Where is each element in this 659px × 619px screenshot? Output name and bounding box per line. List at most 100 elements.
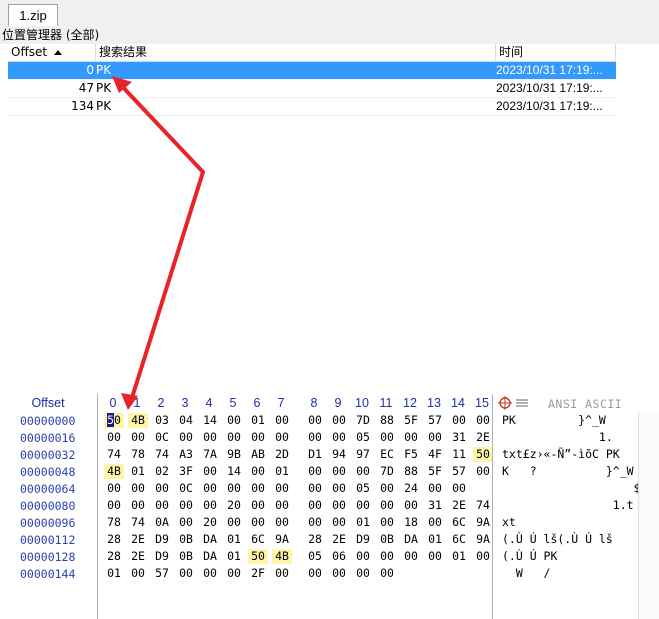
hex-byte[interactable]: 9B [224, 447, 244, 462]
hex-byte[interactable]: 0A [152, 515, 172, 530]
hex-byte[interactable]: 00 [377, 566, 397, 581]
hex-byte[interactable]: 00 [329, 498, 349, 513]
hex-byte[interactable]: 7D [377, 464, 397, 479]
hex-byte[interactable]: 00 [329, 413, 349, 428]
hex-byte[interactable]: 6C [449, 532, 469, 547]
hex-byte[interactable]: 31 [425, 498, 445, 513]
hex-byte[interactable]: 01 [272, 464, 292, 479]
hex-byte[interactable]: 05 [305, 549, 325, 564]
hex-byte[interactable]: 00 [224, 515, 244, 530]
hex-byte[interactable]: 6C [449, 515, 469, 530]
hex-byte[interactable]: 00 [176, 566, 196, 581]
hex-byte[interactable]: 2E [128, 549, 148, 564]
hex-byte[interactable]: 00 [272, 498, 292, 513]
hex-byte[interactable]: 28 [104, 532, 124, 547]
hex-byte[interactable]: 00 [329, 430, 349, 445]
hex-byte[interactable]: 00 [200, 566, 220, 581]
hex-byte[interactable]: 01 [128, 464, 148, 479]
hex-byte[interactable]: 4B [104, 464, 124, 479]
hex-byte[interactable]: 0C [176, 481, 196, 496]
hex-byte[interactable]: 02 [152, 464, 172, 479]
hex-byte[interactable]: 00 [200, 430, 220, 445]
hex-byte[interactable]: A3 [176, 447, 196, 462]
hex-byte[interactable]: 03 [152, 413, 172, 428]
hex-byte[interactable]: 2D [272, 447, 292, 462]
hex-byte[interactable]: 20 [200, 515, 220, 530]
crosshair-icon[interactable] [498, 396, 512, 410]
hex-byte[interactable]: 9A [473, 515, 493, 530]
hex-byte[interactable]: 6C [248, 532, 268, 547]
hex-byte[interactable]: 4B [128, 413, 148, 428]
hex-byte[interactable]: 00 [128, 498, 148, 513]
hex-byte[interactable]: 9A [272, 532, 292, 547]
hex-byte[interactable]: 00 [305, 481, 325, 496]
column-header-offset[interactable]: Offset [8, 44, 96, 61]
hex-byte[interactable]: 00 [377, 481, 397, 496]
hex-byte[interactable]: 00 [329, 515, 349, 530]
hex-byte[interactable]: 0B [176, 532, 196, 547]
hex-byte[interactable]: 57 [425, 413, 445, 428]
hex-byte[interactable]: 00 [305, 498, 325, 513]
hex-byte[interactable]: 00 [272, 566, 292, 581]
hex-byte[interactable]: 00 [473, 464, 493, 479]
hex-byte[interactable]: 50 [473, 447, 493, 462]
hex-byte[interactable]: 00 [305, 430, 325, 445]
hex-byte[interactable]: 00 [224, 413, 244, 428]
hex-byte[interactable]: 74 [152, 447, 172, 462]
hex-byte[interactable]: 5F [401, 413, 421, 428]
hex-byte[interactable]: 28 [305, 532, 325, 547]
hex-byte[interactable]: 00 [200, 464, 220, 479]
hex-byte[interactable]: D1 [305, 447, 325, 462]
hex-byte[interactable]: 2F [248, 566, 268, 581]
hex-byte[interactable]: 00 [353, 566, 373, 581]
hex-byte[interactable]: 00 [377, 549, 397, 564]
hex-byte[interactable]: 00 [473, 413, 493, 428]
hex-byte[interactable]: 01 [104, 566, 124, 581]
ascii-line[interactable]: txt£z›«-Ñ”-ìõC PK [502, 447, 620, 462]
hex-byte[interactable]: 05 [353, 430, 373, 445]
hex-byte[interactable]: DA [200, 532, 220, 547]
hex-byte[interactable]: 24 [401, 481, 421, 496]
ascii-line[interactable]: $ [502, 481, 641, 496]
hex-byte[interactable]: 00 [473, 549, 493, 564]
hex-byte[interactable]: 50 [248, 549, 268, 564]
hex-byte[interactable]: 00 [425, 481, 445, 496]
hex-byte[interactable]: 2E [473, 430, 493, 445]
vertical-scrollbar[interactable] [638, 412, 659, 619]
hex-byte[interactable]: 00 [425, 549, 445, 564]
ascii-line[interactable]: xt lš [502, 515, 654, 530]
hex-byte[interactable]: 88 [401, 464, 421, 479]
hex-byte[interactable]: 74 [104, 447, 124, 462]
hex-byte[interactable]: 05 [353, 481, 373, 496]
hex-byte[interactable]: 00 [176, 430, 196, 445]
hex-byte[interactable]: 14 [200, 413, 220, 428]
hex-byte[interactable]: 31 [449, 430, 469, 445]
hex-byte[interactable]: 00 [353, 498, 373, 513]
hex-byte[interactable]: 50 [104, 413, 124, 428]
hex-byte[interactable]: 00 [401, 430, 421, 445]
hex-byte[interactable]: 00 [353, 464, 373, 479]
hex-byte[interactable]: 00 [248, 464, 268, 479]
hex-byte[interactable]: 2E [329, 532, 349, 547]
hex-byte[interactable]: 06 [329, 549, 349, 564]
hex-byte[interactable]: 00 [272, 413, 292, 428]
hex-byte[interactable]: DA [200, 549, 220, 564]
hex-byte[interactable]: 14 [224, 464, 244, 479]
hex-byte[interactable]: 00 [176, 498, 196, 513]
hex-byte[interactable]: 00 [176, 515, 196, 530]
hex-byte[interactable]: 00 [377, 430, 397, 445]
column-header-result[interactable]: 搜索结果 [96, 44, 496, 61]
hex-byte[interactable]: 28 [104, 549, 124, 564]
hex-byte[interactable]: 01 [224, 532, 244, 547]
hex-byte[interactable]: 2E [128, 532, 148, 547]
hex-byte[interactable]: D9 [152, 549, 172, 564]
list-item[interactable]: 47 PK 2023/10/31 17:19:... [8, 80, 616, 98]
list-item[interactable]: 134 PK 2023/10/31 17:19:... [8, 98, 616, 116]
hex-byte[interactable]: 00 [425, 515, 445, 530]
hex-byte[interactable]: 57 [152, 566, 172, 581]
hex-byte[interactable]: 74 [473, 498, 493, 513]
hex-byte[interactable]: F5 [401, 447, 421, 462]
ascii-line[interactable]: PK }^_W [502, 413, 606, 428]
column-header-time[interactable]: 时间 [496, 44, 616, 61]
hex-byte[interactable]: 00 [272, 430, 292, 445]
